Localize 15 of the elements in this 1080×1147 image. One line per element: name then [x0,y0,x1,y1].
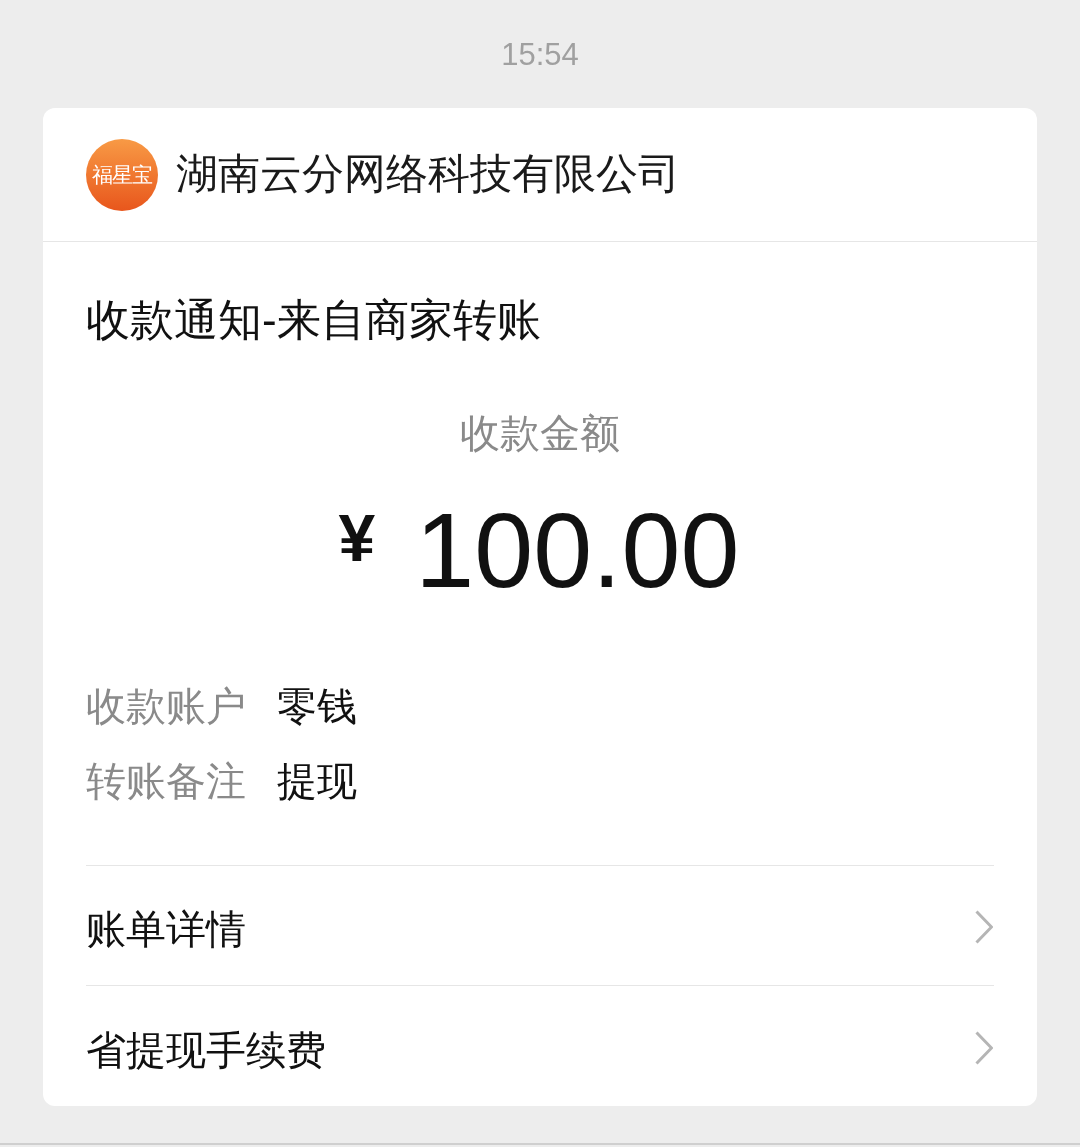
currency-symbol: ¥ [338,504,376,571]
detail-value: 提现 [277,758,357,806]
message-time: 15:54 [501,35,579,74]
merchant-name: 湖南云分网络科技有限公司 [176,149,680,200]
notification-title: 收款通知-来自商家转账 [86,294,541,346]
merchant-logo: 福星宝 [86,138,158,211]
amount-label: 收款金额 [460,409,620,457]
link-row[interactable]: 省提现手续费 [86,985,994,1106]
detail-label: 转账备注 [86,758,247,806]
chevron-right-icon [975,910,993,945]
detail-value: 零钱 [277,683,357,731]
chevron-right-icon [975,1030,993,1065]
detail-label: 收款账户 [86,683,247,731]
link-row[interactable]: 账单详情 [86,865,994,986]
amount-value: 100.00 [415,496,740,603]
